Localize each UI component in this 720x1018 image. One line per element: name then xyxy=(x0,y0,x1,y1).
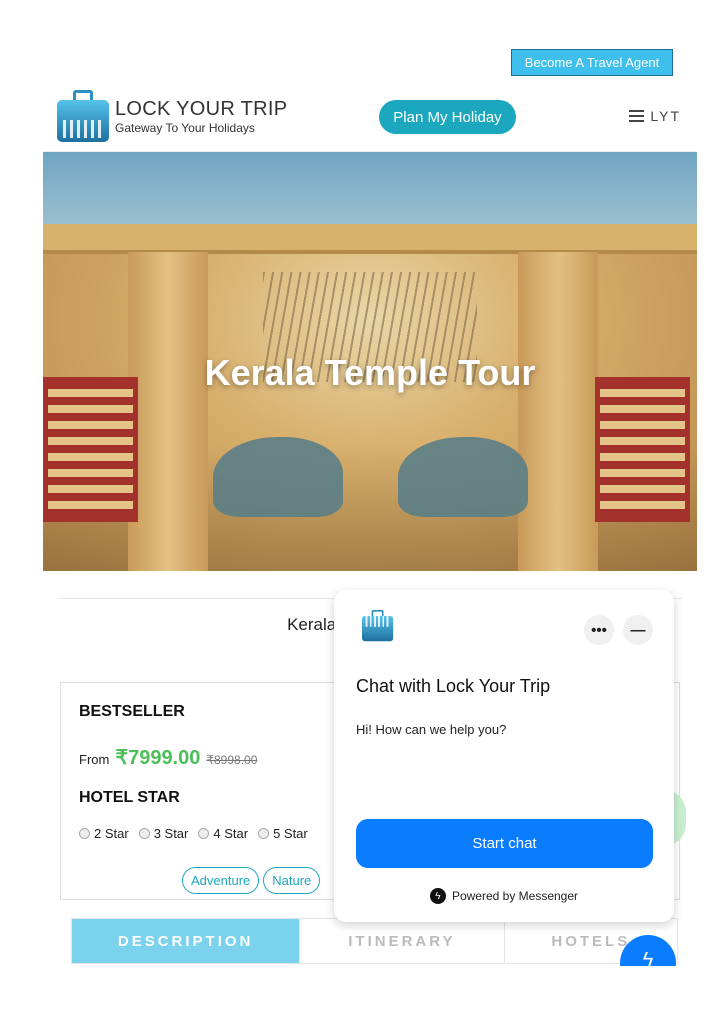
tab-description[interactable]: DESCRIPTION xyxy=(72,919,301,963)
hero-title: Kerala Temple Tour xyxy=(204,352,536,393)
menu-button[interactable]: LYT xyxy=(629,108,681,124)
tags: Adventure Nature xyxy=(182,867,321,894)
minimize-button[interactable]: — xyxy=(623,615,653,645)
powered-by: ϟ Powered by Messenger xyxy=(334,888,674,904)
suitcase-logo-icon xyxy=(57,90,109,142)
chat-title: Chat with Lock Your Trip xyxy=(356,676,551,696)
hero-banner: Kerala Temple Tour xyxy=(43,152,697,571)
messenger-icon: ϟ xyxy=(429,888,446,904)
star-option-4[interactable]: 4 Star xyxy=(198,826,248,841)
become-travel-agent-button[interactable]: Become A Travel Agent xyxy=(511,49,673,76)
star-option-5[interactable]: 5 Star xyxy=(258,826,308,841)
bestseller-badge: BESTSELLER xyxy=(79,703,185,720)
star-option-3[interactable]: 3 Star xyxy=(138,826,189,841)
option-label: 3 Star xyxy=(153,826,189,841)
messenger-chat-popup: ••• — Chat with Lock Your Trip Hi! How c… xyxy=(334,590,674,922)
radio-icon[interactable] xyxy=(79,828,90,839)
start-chat-button[interactable]: Start chat xyxy=(356,819,653,868)
tab-itinerary[interactable]: ITINERARY xyxy=(300,919,505,963)
logo-tagline: Gateway To Your Holidays xyxy=(115,120,255,135)
radio-icon[interactable] xyxy=(258,828,270,839)
old-price: ₹8998.00 xyxy=(206,753,258,767)
hotel-star-label: HOTEL STAR xyxy=(79,789,180,806)
option-label: 4 Star xyxy=(213,826,249,841)
option-label: 2 Star xyxy=(94,826,129,841)
plan-my-holiday-button[interactable]: Plan My Holiday xyxy=(379,100,516,134)
price: ₹7999.00 xyxy=(115,747,201,769)
site-header: LOCK YOUR TRIP Gateway To Your Holidays … xyxy=(43,80,697,152)
price-row: From ₹7999.00 ₹8998.00 xyxy=(79,745,257,770)
tour-tabs: DESCRIPTION ITINERARY HOTELS xyxy=(71,918,678,964)
from-label: From xyxy=(79,752,110,767)
menu-label: LYT xyxy=(650,108,681,124)
hotel-star-options: 2 Star 3 Star 4 Star 5 Star xyxy=(79,826,308,841)
radio-icon[interactable] xyxy=(198,828,210,839)
messenger-fab[interactable]: ϟ xyxy=(615,930,681,966)
messenger-icon[interactable]: ϟ xyxy=(620,935,676,966)
tag-adventure[interactable]: Adventure xyxy=(182,867,260,894)
radio-icon[interactable] xyxy=(138,828,150,839)
chat-logo-icon xyxy=(362,610,394,642)
chat-message: Hi! How can we help you? xyxy=(356,722,507,737)
option-label: 5 Star xyxy=(273,826,308,841)
tag-nature[interactable]: Nature xyxy=(263,867,321,894)
star-option-2[interactable]: 2 Star xyxy=(79,826,129,841)
more-options-button[interactable]: ••• xyxy=(584,615,614,645)
hamburger-icon xyxy=(629,110,645,122)
powered-by-text: Powered by Messenger xyxy=(451,889,579,903)
logo[interactable]: LOCK YOUR TRIP Gateway To Your Holidays xyxy=(57,90,287,142)
logo-title: LOCK YOUR TRIP xyxy=(115,97,288,120)
